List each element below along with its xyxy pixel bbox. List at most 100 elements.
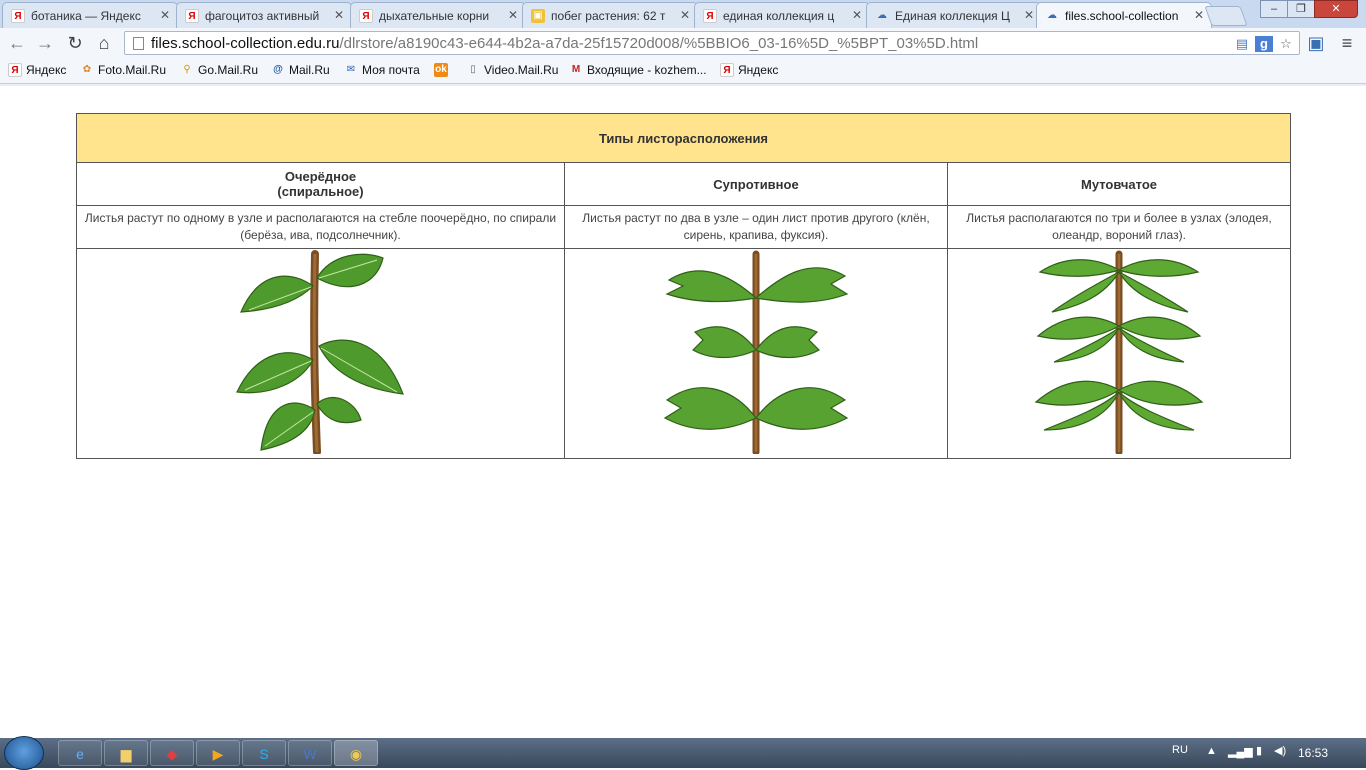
internet-explorer-icon[interactable]: e [58, 740, 102, 766]
at-icon: @ [273, 64, 283, 75]
folder-icon[interactable]: ▆ [104, 740, 148, 766]
tab-label: ботаника — Яндекс [31, 9, 141, 23]
cloud-icon: ☁ [1047, 10, 1057, 21]
navigation-toolbar: ← → ↻ ⌂ files.school-collection.edu.ru/d… [0, 28, 1366, 58]
forward-arrow-icon[interactable]: → [34, 32, 56, 54]
star-icon[interactable]: ☆ [1277, 36, 1295, 52]
extension-icon[interactable]: ▣ [1305, 32, 1327, 54]
back-arrow-icon[interactable]: ← [6, 32, 28, 54]
bookmark-label: Входящие - kozhem... [587, 63, 707, 77]
bookmark-foto-mail[interactable]: ✿ Foto.Mail.Ru [80, 63, 166, 77]
language-indicator[interactable]: RU [1172, 744, 1188, 756]
close-window-button[interactable]: ✕ [1314, 0, 1358, 18]
bookmark-yandex[interactable]: Я Яндекс [8, 63, 66, 77]
yandex-icon: Я [8, 63, 22, 77]
bookmark-label: Яндекс [26, 63, 67, 77]
power-icon[interactable]: ▮ [1256, 744, 1262, 757]
cloud-icon: ☁ [877, 10, 887, 21]
show-hidden-icons-icon[interactable]: ▲ [1206, 745, 1217, 757]
bookmark-my-mail[interactable]: ✉ Моя почта [344, 63, 420, 77]
yandex-icon: Я [359, 9, 373, 23]
minimize-button[interactable]: – [1260, 0, 1288, 18]
tab-label: единая коллекция ц [723, 9, 835, 23]
subheading-text: (спиральное) [277, 184, 364, 199]
url-host: files.school-collection.edu.ru [151, 35, 340, 52]
tab-6[interactable]: ☁ Единая коллекция Ц ✕ [866, 2, 1042, 28]
opposite-leaf-plant-image [663, 250, 849, 456]
close-icon[interactable]: ✕ [160, 8, 170, 22]
bookmark-video-mail[interactable]: ▯ Video.Mail.Ru [466, 63, 558, 77]
bookmark-go-mail[interactable]: ⚲ Go.Mail.Ru [180, 63, 258, 77]
windows-taskbar: e ▆ ◆ ▶ S W ◉ RU ▲ ▂▄▆ ▮ ◀) 16:53 [0, 736, 1366, 770]
google-plus-icon[interactable]: g [1255, 36, 1273, 52]
start-button[interactable] [4, 736, 44, 770]
gmail-icon: M [571, 64, 581, 75]
translate-icon[interactable]: ▤ [1233, 36, 1251, 52]
reload-icon[interactable]: ↻ [64, 32, 86, 54]
word-icon[interactable]: W [288, 740, 332, 766]
close-icon[interactable]: ✕ [1194, 8, 1204, 22]
close-icon[interactable]: ✕ [508, 8, 518, 22]
flower-icon: ✿ [82, 64, 92, 75]
description-whorled: Листья располагаются по три и более в уз… [947, 205, 1291, 249]
leaf-arrangement-table: Типы листорасположения Очерёдное (спирал… [76, 113, 1291, 459]
bookmark-label: Моя почта [362, 63, 420, 77]
image-cell-opposite [564, 248, 948, 459]
bookmark-label: Mail.Ru [289, 63, 330, 77]
tab-label: фагоцитоз активный [205, 9, 320, 23]
media-app-icon[interactable]: ◆ [150, 740, 194, 766]
image-cell-alternate [76, 248, 565, 459]
tab-4[interactable]: ▣ побег растения: 62 т ✕ [522, 2, 698, 28]
maximize-button[interactable]: ❐ [1287, 0, 1315, 18]
yandex-icon: Я [11, 9, 25, 23]
bookmarks-bar: Я Яндекс ✿ Foto.Mail.Ru ⚲ Go.Mail.Ru @ Mail.… [0, 58, 1366, 84]
column-heading-alternate: Очерёдное (спиральное) [76, 162, 565, 206]
tab-label: Единая коллекция Ц [895, 9, 1010, 23]
tab-1[interactable]: Я ботаника — Яндекс ✕ [2, 2, 178, 28]
heading-text: Мутовчатое [1081, 176, 1157, 192]
bookmark-yandex-2[interactable]: Я Яндекс [720, 63, 778, 77]
yandex-icon: Я [703, 9, 717, 23]
tab-label: дыхательные корни [379, 9, 490, 23]
bookmark-mail-ru[interactable]: @ Mail.Ru [271, 63, 330, 77]
new-tab-button[interactable] [1204, 6, 1248, 26]
bookmark-label: Go.Mail.Ru [198, 63, 259, 77]
bookmark-label: Яндекс [738, 63, 779, 77]
description-opposite: Листья растут по два в узле – один лист … [564, 205, 948, 249]
whorled-leaf-plant-image [1034, 250, 1204, 456]
browser-window: Я ботаника — Яндекс ✕ Я фагоцитоз активн… [0, 0, 1366, 86]
media-player-icon[interactable]: ▶ [196, 740, 240, 766]
close-icon[interactable]: ✕ [680, 8, 690, 22]
close-icon[interactable]: ✕ [852, 8, 862, 22]
skype-icon[interactable]: S [242, 740, 286, 766]
tab-label: побег растения: 62 т [551, 9, 666, 23]
clock[interactable]: 16:53 [1298, 746, 1328, 760]
tab-3[interactable]: Я дыхательные корни ✕ [350, 2, 526, 28]
presentation-icon: ▣ [531, 9, 545, 23]
close-icon[interactable]: ✕ [334, 8, 344, 22]
menu-icon[interactable]: ≡ [1336, 32, 1358, 54]
url-path: /dlrstore/a8190c43-e644-4b2a-a7da-25f157… [339, 35, 979, 52]
volume-icon[interactable]: ◀) [1274, 744, 1286, 757]
tab-2[interactable]: Я фагоцитоз активный ✕ [176, 2, 352, 28]
home-icon[interactable]: ⌂ [93, 32, 115, 54]
yandex-icon: Я [720, 63, 734, 77]
heading-text: Очерёдное [284, 169, 357, 184]
window-controls: – ❐ ✕ [1260, 0, 1358, 20]
bookmark-label: Video.Mail.Ru [484, 63, 559, 77]
network-signal-icon[interactable]: ▂▄▆ [1228, 745, 1253, 758]
close-icon[interactable]: ✕ [1024, 8, 1034, 22]
tab-strip: Я ботаника — Яндекс ✕ Я фагоцитоз активн… [0, 0, 1366, 29]
chrome-icon[interactable]: ◉ [334, 740, 378, 766]
column-heading-opposite: Супротивное [564, 162, 948, 206]
address-bar[interactable]: files.school-collection.edu.ru/dlrstore/… [124, 31, 1300, 55]
bookmark-label: Foto.Mail.Ru [98, 63, 167, 77]
column-heading-whorled: Мутовчатое [947, 162, 1291, 206]
tab-5[interactable]: Я единая коллекция ц ✕ [694, 2, 870, 28]
page-icon: ▯ [470, 64, 476, 75]
table-title: Типы листорасположения [76, 113, 1291, 163]
image-cell-whorled [947, 248, 1291, 459]
bookmark-gmail[interactable]: M Входящие - kozhem... [569, 63, 707, 77]
odnoklassniki-icon: ok [434, 63, 448, 77]
tab-7-active[interactable]: ☁ files.school-collection ✕ [1036, 2, 1212, 29]
